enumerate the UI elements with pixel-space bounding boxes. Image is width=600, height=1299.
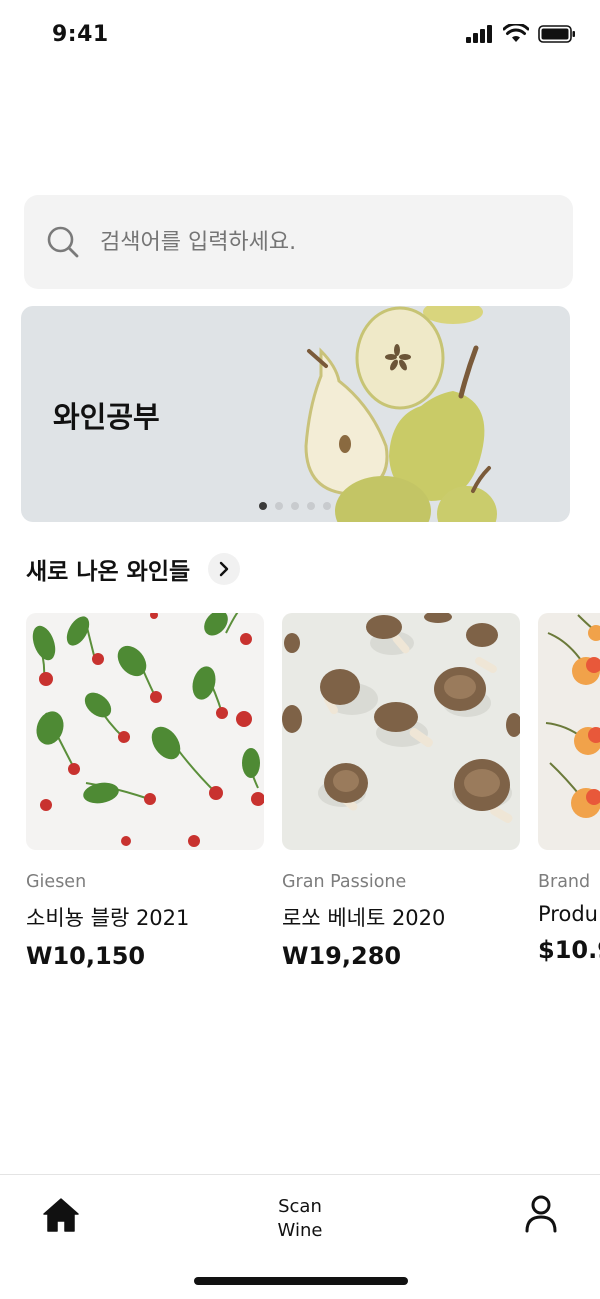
product-image-radishes[interactable]: [26, 613, 264, 850]
product-image-mushrooms[interactable]: [282, 613, 520, 850]
cellular-signal-icon: [466, 24, 492, 43]
product-card[interactable]: Brand Produ $10.9: [538, 613, 600, 964]
user-icon[interactable]: [524, 1195, 558, 1233]
product-brand: Brand: [538, 872, 591, 892]
scan-wine-tab[interactable]: Scan Wine: [250, 1195, 350, 1243]
home-icon[interactable]: [42, 1197, 80, 1233]
product-price: W19,280: [282, 942, 402, 970]
scan-label-line1: Scan: [278, 1196, 322, 1217]
product-name: 소비뇽 블랑 2021: [26, 906, 190, 930]
pagination-dot[interactable]: [323, 502, 331, 510]
status-time: 9:41: [52, 22, 109, 47]
product-image-cherries[interactable]: [538, 613, 600, 850]
new-wines-header: 새로 나온 와인들: [26, 552, 241, 586]
pagination-dot[interactable]: [307, 502, 315, 510]
product-name: Produ: [538, 902, 598, 926]
battery-icon: [538, 24, 575, 43]
chevron-right-icon[interactable]: [208, 553, 241, 585]
home-indicator[interactable]: [194, 1277, 408, 1285]
product-card[interactable]: Giesen 소비뇽 블랑 2021 W10,150: [26, 613, 264, 970]
banner-title: 와인공부: [53, 400, 160, 434]
status-bar: 9:41: [0, 0, 600, 72]
wifi-icon: [503, 24, 529, 42]
product-price: W10,150: [26, 942, 146, 970]
scan-label-line2: Wine: [277, 1220, 323, 1241]
pagination-dot[interactable]: [275, 502, 283, 510]
search-icon[interactable]: [45, 224, 81, 260]
banner-carousel[interactable]: 와인공부: [21, 306, 570, 522]
product-brand: Gran Passione: [282, 872, 407, 892]
search-input[interactable]: [100, 229, 540, 255]
carousel-pagination: [259, 502, 331, 510]
search-bar[interactable]: [24, 195, 573, 289]
section-title: 새로 나온 와인들: [26, 559, 191, 585]
product-card[interactable]: Gran Passione 로쏘 베네토 2020 W19,280: [282, 613, 520, 970]
product-name: 로쏘 베네토 2020: [282, 906, 446, 930]
pagination-dot[interactable]: [291, 502, 299, 510]
product-brand: Giesen: [26, 872, 87, 892]
status-icons: [466, 24, 576, 43]
pagination-dot[interactable]: [259, 502, 267, 510]
product-price: $10.9: [538, 936, 600, 964]
